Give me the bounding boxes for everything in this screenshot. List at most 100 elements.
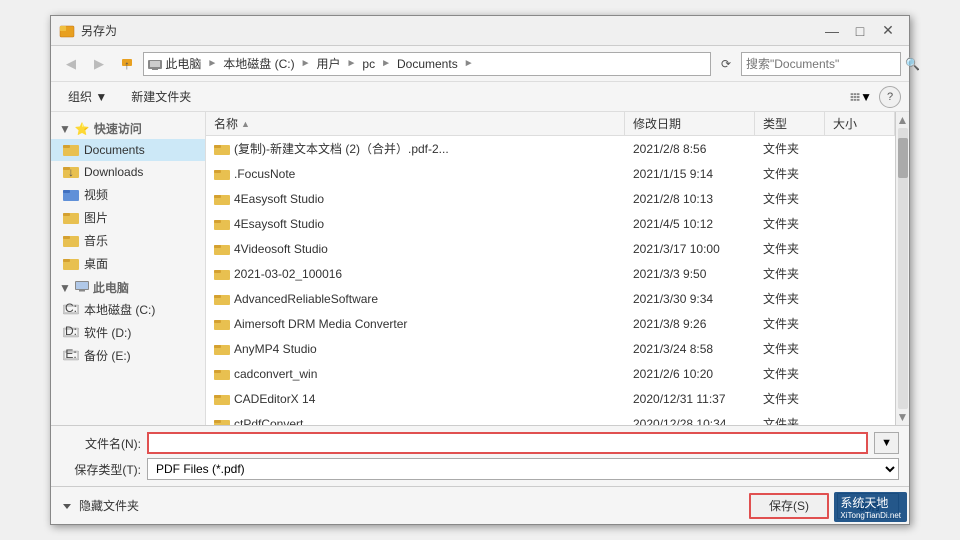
file-size-cell <box>825 272 895 276</box>
table-row[interactable]: 4Esaysoft Studio 2021/4/5 10:12 文件夹 <box>206 211 895 236</box>
search-input[interactable] <box>742 57 905 71</box>
table-row[interactable]: AdvancedReliableSoftware 2021/3/30 9:34 … <box>206 286 895 311</box>
file-type-cell: 文件夹 <box>755 263 825 284</box>
sidebar-item-desktop[interactable]: 桌面 <box>51 252 205 275</box>
close-button[interactable]: ✕ <box>875 21 901 41</box>
address-bar[interactable]: 此电脑 ► 本地磁盘 (C:) ► 用户 ► pc ► Documents ► <box>143 52 711 76</box>
help-button[interactable]: ? <box>879 86 901 108</box>
file-name-cell: ctPdfConvert <box>206 415 625 426</box>
refresh-button[interactable]: ⟳ <box>715 53 737 75</box>
table-row[interactable]: .FocusNote 2021/1/15 9:14 文件夹 <box>206 161 895 186</box>
table-row[interactable]: CADEditorX 14 2020/12/31 11:37 文件夹 <box>206 386 895 411</box>
file-type-cell: 文件夹 <box>755 238 825 259</box>
file-size-cell <box>825 372 895 376</box>
content-area: ▼ ⭐ 快速访问 Documents ↓ Downloads 视 <box>51 112 909 425</box>
scroll-thumb[interactable] <box>898 138 908 178</box>
filename-input[interactable] <box>147 432 868 454</box>
sidebar-item-ddrive[interactable]: D: 软件 (D:) <box>51 321 205 344</box>
sidebar-item-videos[interactable]: 视频 <box>51 183 205 206</box>
svg-text:E:: E: <box>65 349 76 361</box>
table-row[interactable]: cadconvert_win 2021/2/6 10:20 文件夹 <box>206 361 895 386</box>
col-header-size[interactable]: 大小 <box>825 112 895 135</box>
col-header-date[interactable]: 修改日期 <box>625 112 755 135</box>
sidebar-item-cdrive[interactable]: C: 本地磁盘 (C:) <box>51 298 205 321</box>
scroll-track[interactable] <box>898 128 908 409</box>
toolbar: ◀ ▶ ↑ 此电脑 ► 本地磁盘 (C:) ► 用户 ► pc ► Docume… <box>51 46 909 82</box>
folder-icon <box>214 267 230 281</box>
file-date-cell: 2020/12/28 10:34 <box>625 415 755 426</box>
filetype-select[interactable]: PDF Files (*.pdf) <box>147 458 899 480</box>
file-type-cell: 文件夹 <box>755 313 825 334</box>
brand-line1: 系统天地 <box>840 494 901 511</box>
sidebar-item-music[interactable]: 音乐 <box>51 229 205 252</box>
file-name-cell: (复制)-新建文本文档 (2)（合并）.pdf-2... <box>206 138 625 159</box>
save-as-dialog: 另存为 ― □ ✕ ◀ ▶ ↑ 此电脑 ► 本地磁盘 (C:) ► 用户 ► p… <box>50 15 910 525</box>
quick-access-header[interactable]: ▼ ⭐ 快速访问 <box>51 116 205 139</box>
col-header-name[interactable]: 名称 ▲ <box>206 112 625 135</box>
up-button[interactable]: ↑ <box>115 52 139 76</box>
file-type-cell: 文件夹 <box>755 288 825 309</box>
file-name-cell: .FocusNote <box>206 165 625 183</box>
file-date-cell: 2021/3/30 9:34 <box>625 290 755 308</box>
thispc-header[interactable]: ▼ 此电脑 <box>51 275 205 298</box>
window-controls: ― □ ✕ <box>819 21 901 41</box>
bottom-bar: 文件名(N): ▼ 保存类型(T): PDF Files (*.pdf) <box>51 425 909 486</box>
documents-icon <box>63 142 79 158</box>
file-size-cell <box>825 197 895 201</box>
table-row[interactable]: 4Videosoft Studio 2021/3/17 10:00 文件夹 <box>206 236 895 261</box>
col-header-type[interactable]: 类型 <box>755 112 825 135</box>
main-panel: 名称 ▲ 修改日期 类型 大小 (复制)-新建文本文档 (2)（合 <box>206 112 895 425</box>
music-folder-icon <box>63 233 79 249</box>
folder-icon <box>214 242 230 256</box>
list-header: 名称 ▲ 修改日期 类型 大小 <box>206 112 895 136</box>
save-button[interactable]: 保存(S) <box>749 493 829 519</box>
back-button[interactable]: ◀ <box>59 52 83 76</box>
sidebar-item-pictures[interactable]: 图片 <box>51 206 205 229</box>
file-name-cell: AdvancedReliableSoftware <box>206 290 625 308</box>
file-name-cell: 4Esaysoft Studio <box>206 215 625 233</box>
view-options-button[interactable]: ▼ <box>849 85 873 109</box>
drive-d-icon: D: <box>63 325 79 341</box>
drive-c-icon: C: <box>63 302 79 318</box>
svg-text:↑: ↑ <box>124 58 130 71</box>
filename-dropdown-button[interactable]: ▼ <box>874 432 899 454</box>
forward-button[interactable]: ▶ <box>87 52 111 76</box>
sidebar-item-edrive[interactable]: E: 备份 (E:) <box>51 344 205 367</box>
file-size-cell <box>825 147 895 151</box>
organize-button[interactable]: 组织 ▼ <box>59 85 116 109</box>
hide-folders-toggle[interactable]: 隐藏文件夹 <box>61 497 139 514</box>
sidebar-item-downloads[interactable]: ↓ Downloads <box>51 161 205 183</box>
table-row[interactable]: 4Easysoft Studio 2021/2/8 10:13 文件夹 <box>206 186 895 211</box>
video-folder-icon <box>63 187 79 203</box>
table-row[interactable]: AnyMP4 Studio 2021/3/24 8:58 文件夹 <box>206 336 895 361</box>
file-type-cell: 文件夹 <box>755 363 825 384</box>
table-row[interactable]: 2021-03-02_100016 2021/3/3 9:50 文件夹 <box>206 261 895 286</box>
file-type-cell: 文件夹 <box>755 413 825 425</box>
thispc-icon <box>75 280 89 295</box>
scrollbar[interactable]: ▲ ▼ <box>895 112 909 425</box>
sidebar-item-documents[interactable]: Documents <box>51 139 205 161</box>
minimize-button[interactable]: ― <box>819 21 845 41</box>
file-date-cell: 2021/3/17 10:00 <box>625 240 755 258</box>
file-type-cell: 文件夹 <box>755 138 825 159</box>
file-type-cell: 文件夹 <box>755 388 825 409</box>
search-icon: 🔍 <box>905 57 920 71</box>
new-folder-button[interactable]: 新建文件夹 <box>122 85 200 109</box>
table-row[interactable]: (复制)-新建文本文档 (2)（合并）.pdf-2... 2021/2/8 8:… <box>206 136 895 161</box>
sort-arrow: ▲ <box>241 119 250 129</box>
scroll-up-button[interactable]: ▲ <box>897 114 909 126</box>
maximize-button[interactable]: □ <box>847 21 873 41</box>
folder-icon <box>214 192 230 206</box>
address-documents: Documents <box>397 57 458 71</box>
scroll-down-button[interactable]: ▼ <box>897 411 909 423</box>
table-row[interactable]: Aimersoft DRM Media Converter 2021/3/8 9… <box>206 311 895 336</box>
folder-icon <box>214 392 230 406</box>
folder-icon <box>214 167 230 181</box>
file-date-cell: 2021/2/6 10:20 <box>625 365 755 383</box>
table-row[interactable]: ctPdfConvert 2020/12/28 10:34 文件夹 <box>206 411 895 425</box>
brand-watermark: 系统天地 XiTongTianDi.net <box>834 492 907 522</box>
file-name-cell: 4Easysoft Studio <box>206 190 625 208</box>
search-box: 🔍 <box>741 52 901 76</box>
file-size-cell <box>825 247 895 251</box>
sep5: ► <box>464 58 474 69</box>
